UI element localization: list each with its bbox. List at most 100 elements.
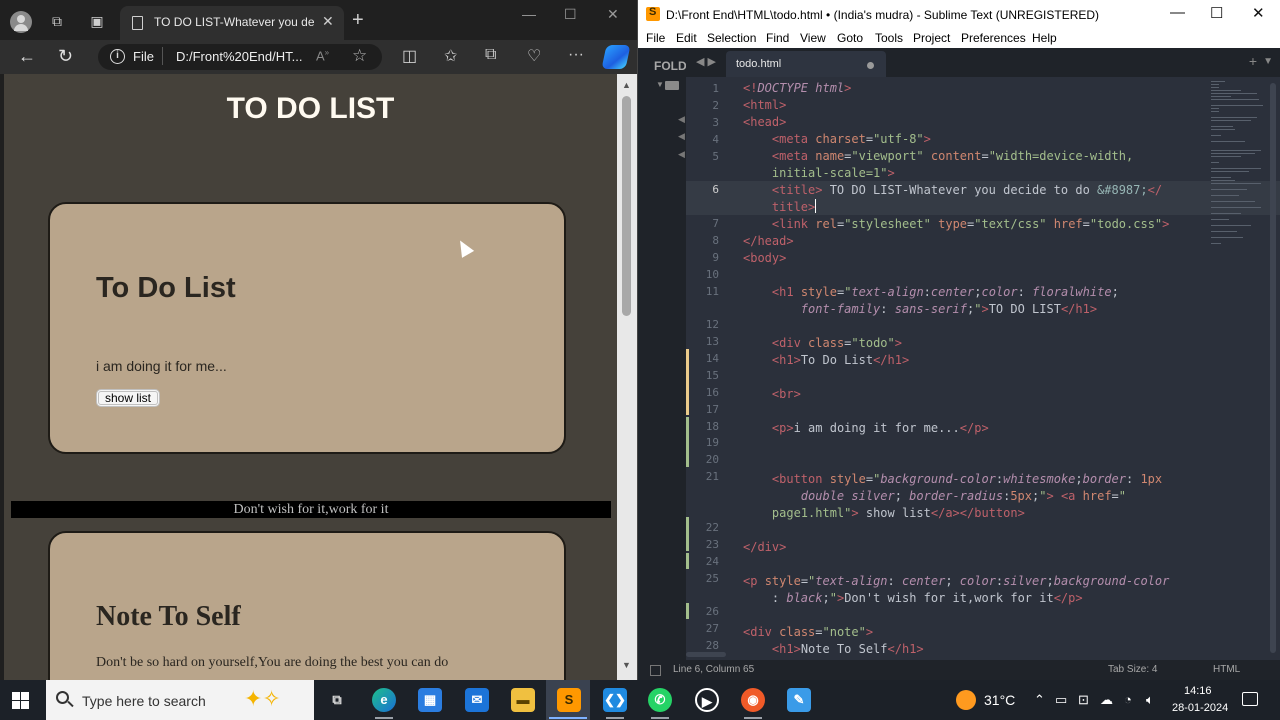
sublime-maximize-button[interactable]: ☐ [1210, 4, 1223, 22]
wifi-icon[interactable]: ◔ [1124, 692, 1132, 707]
minimize-button[interactable]: — [522, 6, 536, 22]
media-icon[interactable]: ◉ [741, 688, 765, 712]
folder-expand-icon[interactable]: ▼ [656, 80, 664, 89]
paint-icon[interactable]: ✎ [787, 688, 811, 712]
weather-temperature[interactable]: 31°C [984, 692, 1015, 708]
line-number: 10 [705, 268, 719, 281]
menu-edit[interactable]: Edit [676, 31, 697, 45]
menu-project[interactable]: Project [913, 31, 950, 45]
menu-file[interactable]: File [646, 31, 665, 45]
panel-toggle-icon[interactable] [650, 665, 661, 676]
media-player-icon[interactable]: ▶ [695, 688, 719, 712]
favorites-icon[interactable]: ✩ [444, 46, 457, 66]
info-icon[interactable]: i [110, 49, 125, 64]
favorite-star-icon[interactable]: ☆ [352, 46, 367, 66]
sublime-sidebar[interactable]: FOLD ▼ ◀ ◀ ◀ [638, 48, 687, 660]
tab-nav-arrows-icon[interactable]: ◀ ▶ [696, 55, 716, 68]
task-view-icon[interactable]: ⧉ [325, 688, 349, 712]
syntax-mode[interactable]: HTML [1213, 664, 1240, 675]
whatsapp-icon[interactable]: ✆ [648, 688, 672, 712]
line-number: 3 [712, 116, 719, 129]
maximize-button[interactable]: ☐ [564, 6, 577, 23]
vscode-icon[interactable]: ❮❯ [603, 688, 627, 712]
menu-view[interactable]: View [800, 31, 826, 45]
new-file-plus-icon[interactable]: + [1249, 53, 1257, 69]
note-card-title: Note To Self [96, 601, 241, 632]
scrollbar-thumb[interactable] [622, 96, 631, 316]
editor-horizontal-scrollbar[interactable] [686, 652, 726, 657]
windows-start-icon[interactable] [12, 692, 29, 709]
editor-scrollbar[interactable] [1269, 83, 1277, 653]
back-arrow-icon[interactable]: ← [18, 46, 36, 67]
collections-icon[interactable]: ⧉ [485, 46, 496, 64]
tray-chevron-icon[interactable]: ⌃ [1034, 692, 1045, 708]
menu-goto[interactable]: Goto [837, 31, 863, 45]
close-button[interactable]: ✕ [607, 6, 619, 23]
menu-selection[interactable]: Selection [707, 31, 756, 45]
sublime-text-icon[interactable]: S [557, 688, 581, 712]
menu-find[interactable]: Find [766, 31, 789, 45]
scroll-down-icon[interactable]: ▼ [622, 660, 631, 670]
profile-icon[interactable] [10, 11, 32, 33]
notifications-icon[interactable] [1242, 692, 1258, 706]
tab-close-icon[interactable]: ✕ [322, 13, 334, 30]
sublime-menubar: File Edit Selection Find View Goto Tools… [638, 28, 1280, 48]
more-menu-icon[interactable]: ··· [568, 46, 584, 64]
unsaved-dot-icon[interactable] [867, 62, 874, 69]
line-number: 16 [705, 386, 719, 399]
store-icon[interactable]: ▦ [418, 688, 442, 712]
running-app-indicator [375, 717, 393, 719]
edge-icon[interactable]: e [372, 688, 396, 712]
volume-icon[interactable]: 🔈︎ [1146, 692, 1154, 708]
battery-icon[interactable]: ▭ [1055, 692, 1067, 708]
sublime-minimize-button[interactable]: — [1170, 4, 1185, 21]
url-text[interactable]: D:/Front%20End/HT... [176, 49, 302, 64]
tab-size[interactable]: Tab Size: 4 [1108, 664, 1157, 675]
menu-tools[interactable]: Tools [875, 31, 903, 45]
show-list-button[interactable]: show list [96, 389, 161, 407]
folder-icon[interactable] [665, 81, 679, 90]
search-placeholder: Type here to search [82, 693, 206, 709]
scroll-up-icon[interactable]: ▲ [622, 80, 631, 90]
menu-help[interactable]: Help [1032, 31, 1057, 45]
editor-tab-todo[interactable]: todo.html [726, 51, 886, 77]
security-icon[interactable]: ⊡ [1078, 692, 1089, 708]
tab-actions-icon[interactable]: ▣ [88, 12, 106, 30]
file-explorer-icon[interactable]: ▬ [511, 688, 535, 712]
todo-card: To Do List i am doing it for me... show … [48, 202, 566, 454]
collapse-arrow-icon[interactable]: ◀ [678, 149, 685, 160]
browser-tabbar: ⧉ ▣ TO DO LIST-Whatever you decide ✕ + —… [0, 0, 637, 40]
workspaces-icon[interactable]: ⧉ [48, 12, 66, 30]
minimap[interactable] [1211, 77, 1271, 257]
sublime-close-button[interactable]: ✕ [1252, 4, 1265, 22]
tab-list-chevron-icon[interactable]: ▼ [1263, 56, 1273, 67]
copilot-icon[interactable] [601, 45, 631, 69]
collapse-arrow-icon[interactable]: ◀ [678, 114, 685, 125]
editor-scrollbar-thumb[interactable] [1270, 83, 1276, 653]
new-tab-button[interactable]: + [352, 9, 364, 32]
weather-sun-icon[interactable] [956, 690, 976, 710]
note-card: Note To Self Don't be so hard on yoursel… [48, 531, 566, 680]
read-aloud-icon[interactable]: A» [316, 48, 329, 63]
clock-date[interactable]: 28-01-2024 [1172, 702, 1228, 714]
browser-essentials-icon[interactable]: ♡ [527, 46, 541, 66]
split-screen-icon[interactable]: ◫ [402, 46, 417, 66]
running-app-indicator [744, 717, 762, 719]
address-bar-row: ← ↻ i File D:/Front%20End/HT... A» ☆ ◫ ✩… [0, 40, 637, 74]
refresh-icon[interactable]: ↻ [58, 46, 73, 67]
browser-scrollbar[interactable]: ▲ ▼ [617, 74, 637, 680]
cloud-icon[interactable]: ☁ [1100, 692, 1113, 708]
menu-preferences[interactable]: Preferences [961, 31, 1026, 45]
browser-tab-todo[interactable]: TO DO LIST-Whatever you decide ✕ [120, 6, 344, 40]
address-bar[interactable]: i File D:/Front%20End/HT... A» ☆ [98, 44, 382, 70]
line-number: 5 [712, 150, 719, 163]
line-number: 12 [705, 318, 719, 331]
line-number: 27 [705, 622, 719, 635]
collapse-arrow-icon[interactable]: ◀ [678, 131, 685, 142]
code-editor[interactable]: 1 2 3 4 5 6 7 8 9 10 11 12 13 14 15 16 1… [686, 77, 1280, 660]
clock-time[interactable]: 14:16 [1184, 685, 1212, 697]
line-number: 25 [705, 572, 719, 585]
mail-icon[interactable]: ✉ [465, 688, 489, 712]
taskbar-search[interactable]: Type here to search ✦✧ [46, 680, 314, 720]
browser-window: ⧉ ▣ TO DO LIST-Whatever you decide ✕ + —… [0, 0, 637, 680]
